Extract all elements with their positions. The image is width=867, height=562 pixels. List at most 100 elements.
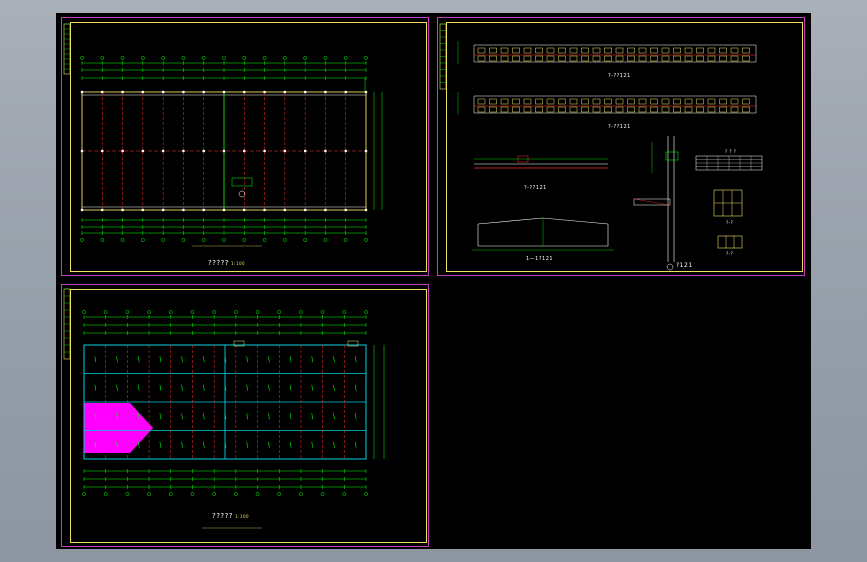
elevation-window — [742, 98, 750, 105]
sheet-plan-bottom[interactable]: ????? 1:100 — [61, 284, 429, 547]
elevation-2-label: ?-??121 — [608, 124, 631, 130]
elevation-window — [581, 98, 589, 105]
column-mark — [101, 149, 104, 153]
axis-bubble — [303, 56, 307, 60]
axis-bubble — [364, 492, 368, 496]
axis-bubble — [147, 492, 151, 496]
elevation-window — [638, 98, 647, 105]
elevation-window — [615, 106, 624, 113]
window-detail — [717, 235, 743, 249]
drawing-canvas[interactable]: ????? 1:100 ?-??121 ?-??121 ?-??121 1—1?1… — [56, 13, 811, 549]
axis-bubble — [212, 310, 217, 314]
elevation-window — [650, 55, 658, 62]
axis-bubble — [80, 56, 84, 60]
axis-bubble — [181, 238, 186, 242]
elevation-window — [592, 47, 601, 54]
elevation-window — [558, 106, 566, 113]
elevation-window — [684, 55, 693, 62]
column-mark — [222, 208, 226, 212]
elevation-window — [500, 98, 509, 105]
bay-mark — [268, 441, 270, 448]
bay-mark — [333, 356, 335, 363]
column-mark — [303, 208, 307, 212]
axis-bubble — [299, 310, 303, 314]
column-mark — [182, 149, 185, 153]
axis-bubble — [277, 492, 282, 496]
axis-bubble — [100, 238, 105, 242]
elevation-window — [512, 47, 520, 54]
elevation-window — [707, 106, 716, 113]
axis-bubble — [343, 238, 348, 242]
axis-bubble — [103, 310, 108, 314]
elevation-window — [500, 106, 509, 113]
truss-top — [477, 217, 544, 225]
bay-mark — [181, 413, 183, 420]
column-mark — [283, 90, 287, 94]
sheet-elevations[interactable]: ?-??121 ?-??121 ?-??121 1—1?121 ?121 ? ?… — [437, 17, 805, 276]
axis-bubble — [299, 492, 303, 496]
elevation-window — [546, 55, 555, 62]
column-mark — [80, 90, 84, 94]
column-mark — [324, 90, 327, 94]
bay-mark — [289, 356, 292, 363]
axis-bubble — [283, 238, 287, 242]
elevation-window — [512, 106, 520, 113]
bay-mark — [159, 356, 162, 363]
bay-mark — [246, 384, 248, 391]
axis-bubble — [242, 56, 247, 60]
bay-mark — [159, 441, 162, 448]
axis-bubble — [125, 492, 130, 496]
bay-mark — [354, 356, 357, 363]
elevation-window — [627, 106, 635, 113]
bay-mark — [181, 441, 183, 448]
sheet-plan-top[interactable]: ????? 1:100 — [61, 17, 429, 276]
axis-bubble — [103, 492, 108, 496]
elevation-window — [569, 55, 578, 62]
column-mark — [182, 90, 185, 94]
elevation-window — [719, 47, 727, 54]
elevation-window — [707, 55, 716, 62]
bay-mark — [354, 384, 357, 391]
bay-mark — [181, 356, 183, 363]
elevation-window — [650, 106, 658, 113]
axis-bubble — [342, 310, 347, 314]
plan-bottom-drawing — [63, 288, 385, 529]
axis-bubble — [161, 56, 165, 60]
elevation-window — [638, 106, 647, 113]
elevation-window — [592, 55, 601, 62]
elevation-window — [592, 106, 601, 113]
elevation-window — [615, 98, 624, 105]
elevation-window — [581, 47, 589, 54]
axis-bubble — [82, 310, 86, 314]
bay-mark — [246, 441, 248, 448]
elevation-window — [627, 55, 635, 62]
axis-bubble — [201, 238, 206, 242]
axis-bubble — [233, 310, 238, 314]
elevation-window — [719, 106, 727, 113]
bay-mark — [159, 384, 162, 391]
bay-mark — [289, 384, 292, 391]
axis-bubble — [80, 238, 84, 242]
elevation-window — [707, 98, 716, 105]
column-mark — [161, 208, 165, 212]
column-mark — [121, 208, 124, 212]
elevation-window — [673, 106, 681, 113]
bay-mark — [94, 356, 97, 363]
column-mark — [101, 90, 104, 94]
axis-bubble — [364, 56, 368, 60]
elevation-window — [558, 47, 566, 54]
elevation-window — [581, 55, 589, 62]
elevation-window — [707, 47, 716, 54]
elevation-window — [546, 98, 555, 105]
column-mark — [141, 208, 145, 212]
elevation-window — [523, 55, 532, 62]
elevation-window — [627, 98, 635, 105]
stair-mark — [231, 177, 253, 187]
elevation-window — [569, 106, 578, 113]
bay-mark — [311, 441, 314, 448]
bay-mark — [311, 356, 314, 363]
column-mark — [263, 208, 266, 212]
bay-mark — [203, 356, 205, 363]
column-mark — [243, 149, 246, 153]
elevation-window — [604, 47, 612, 54]
